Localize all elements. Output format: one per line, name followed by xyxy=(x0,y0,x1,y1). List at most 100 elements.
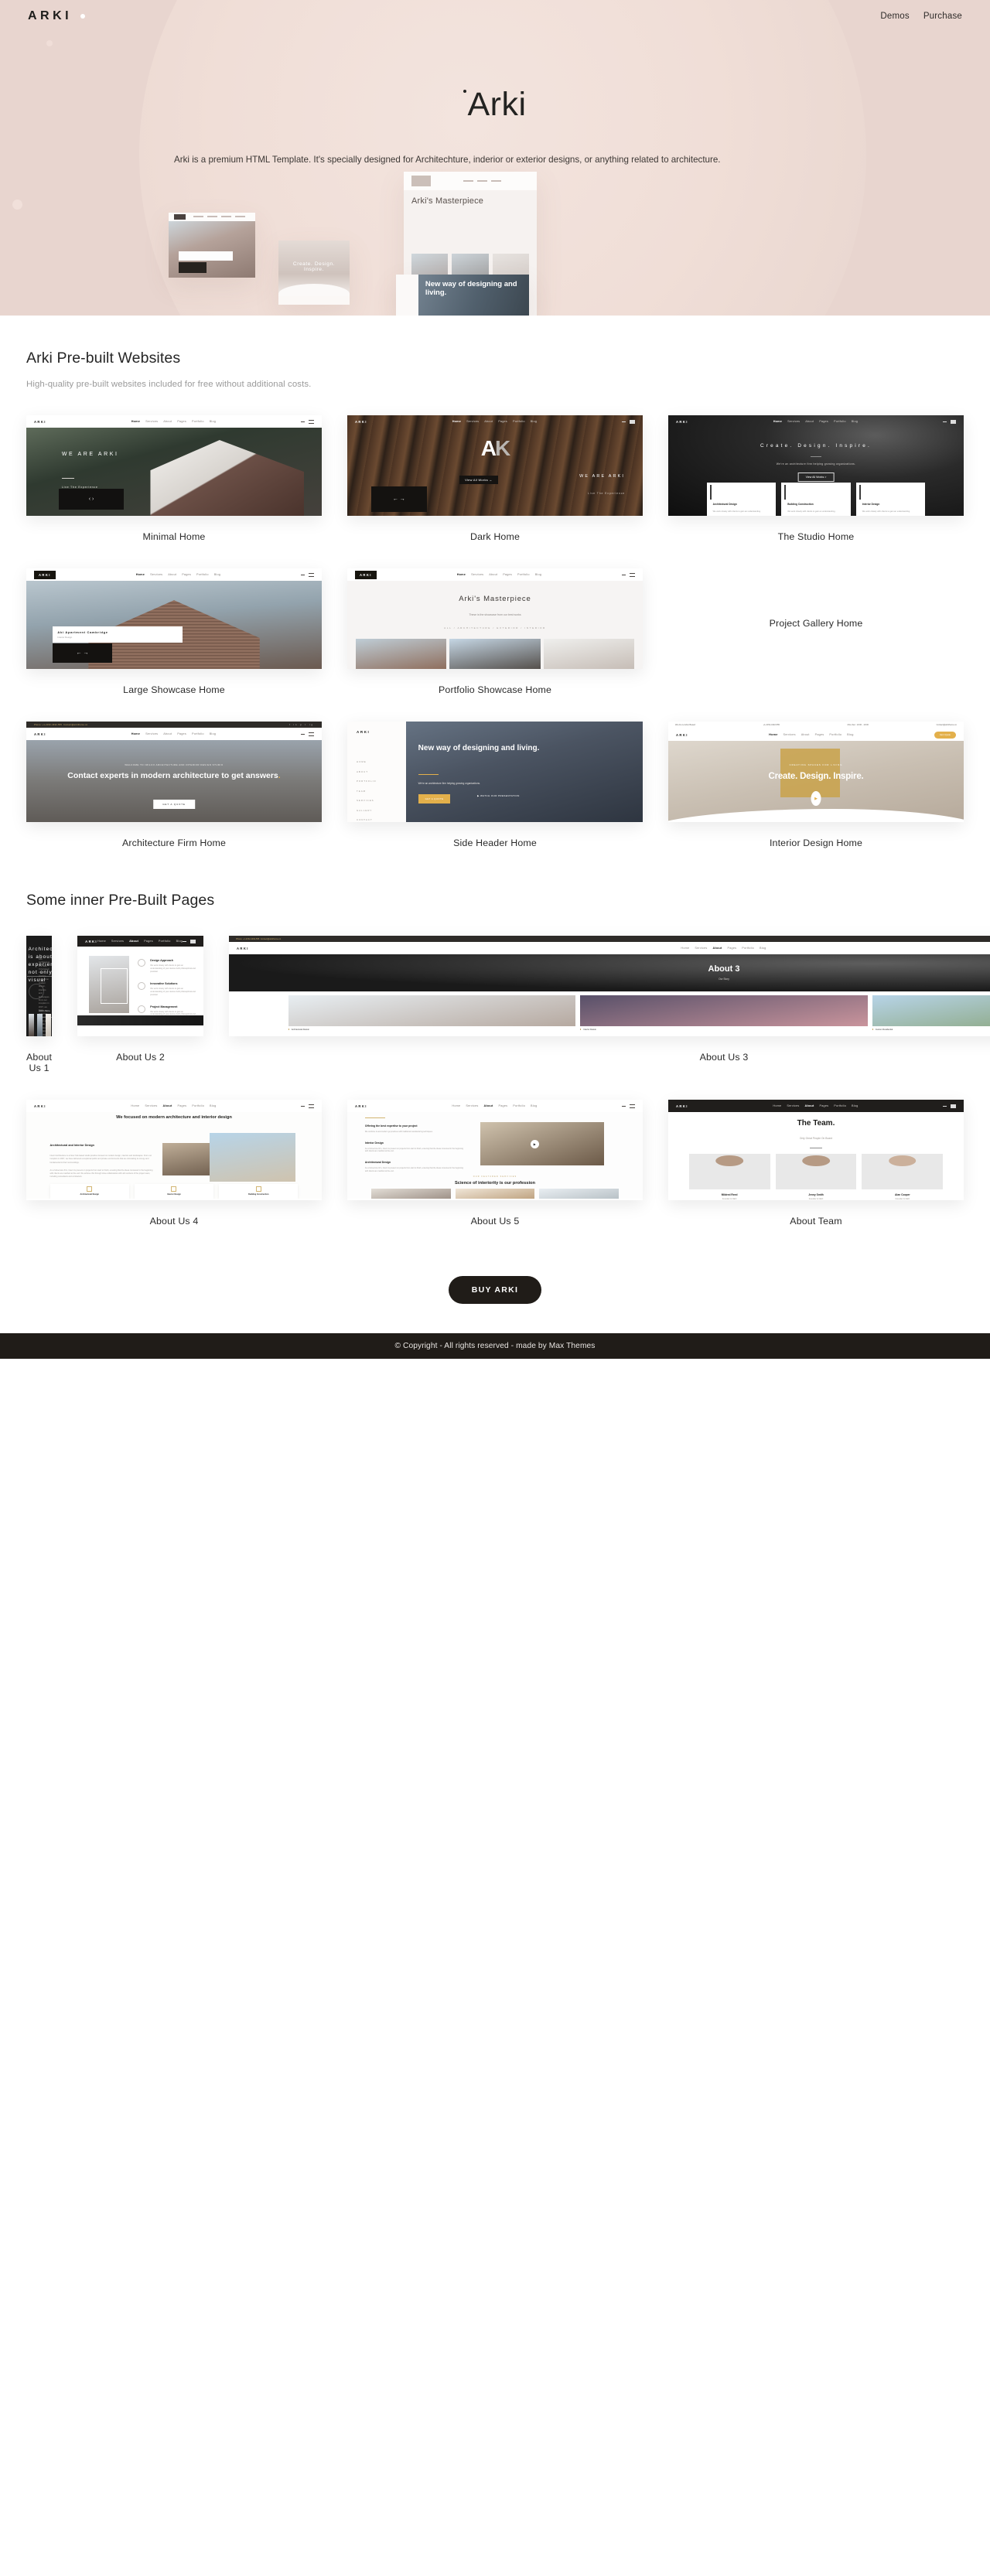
nav-link-purchase[interactable]: Purchase xyxy=(923,12,962,21)
inner-thumbnail[interactable]: ARKI Home Services About Pages Portfolio Blog… xyxy=(77,936,203,1036)
demo-thumbnail[interactable]: ARKI Home Services About Pages Portfolio Blog… xyxy=(26,415,322,516)
get-a-quote-button[interactable]: GET A QUOTE xyxy=(153,800,195,810)
get-a-quote-button[interactable]: Get A Quote xyxy=(934,731,956,739)
hero-title-dot-icon xyxy=(463,89,467,93)
inner-thumbnail[interactable]: ARKI Home Services About Pages Portfolio Blog… xyxy=(26,1100,322,1200)
sidebar-item-portfolio[interactable]: PORTFOLIO xyxy=(357,780,406,783)
inner-card-label: About Us 1 xyxy=(26,1052,53,1073)
demo-card-studio-home[interactable]: ARKI Home Services About Pages Portfolio Blog… xyxy=(668,415,964,542)
demo-card-portfolio-showcase-home[interactable]: ARKI Home Services About Pages Portfolio Blog… xyxy=(347,568,643,695)
play-video-button[interactable]: ▶ xyxy=(530,1139,539,1148)
sidebar-item-about[interactable]: ABOUT xyxy=(357,770,406,773)
demo-thumbnail[interactable]: ARKI HOME ABOUT PORTFOLIO TEAM SERVICES … xyxy=(347,722,643,822)
topbar-email: Contact@arkitheme.co xyxy=(260,937,282,940)
inner-card-about-us-4[interactable]: ARKI Home Services About Pages Portfolio Blog… xyxy=(26,1100,322,1227)
demo-thumbnail[interactable]: We Are London Based +1-2152-4332-555 Mon… xyxy=(668,722,964,822)
topbar-phone: Phone: +1-2152-4332-555 xyxy=(235,937,260,940)
innovative-solutions-icon xyxy=(138,981,146,990)
thumb-nav: Home Services About Pages Portfolio Blog xyxy=(452,420,538,423)
inner-thumbnail[interactable]: ARKI Home Services About Pages Portfolio Blog… xyxy=(668,1100,964,1200)
demo-card-large-showcase-home[interactable]: ARKI Home Services About Pages Portfolio Blog… xyxy=(26,568,322,695)
thumb-gallery xyxy=(370,1188,620,1199)
demo-card-dark-home[interactable]: ARKI Home Services About Pages Portfolio Blog… xyxy=(347,415,643,542)
demo-card-label: Interior Design Home xyxy=(769,838,863,848)
sidebar-item-services[interactable]: SERVICES xyxy=(357,799,406,802)
cart-icon xyxy=(622,1105,626,1107)
inner-thumbnail[interactable]: Phone: +1-2152-4332-555 Contact@arkithem… xyxy=(228,936,990,1036)
thumb-logo: ARKI xyxy=(676,1104,688,1108)
thumb-icons xyxy=(300,732,314,736)
menu-icon xyxy=(308,572,314,577)
sidebar-item-home[interactable]: HOME xyxy=(357,760,406,763)
team-photo xyxy=(775,1153,857,1190)
inner-card-label: About Us 2 xyxy=(116,1052,165,1063)
demo-thumbnail[interactable]: Phone: +1-2152-4332-555 Contact@arkithem… xyxy=(26,722,322,822)
search-icon xyxy=(621,421,626,422)
inner-card-about-team[interactable]: ARKI Home Services About Pages Portfolio Blog… xyxy=(668,1100,964,1227)
menu-icon xyxy=(308,419,314,424)
inner-card-about-us-1[interactable]: Architecture is about experience, not on… xyxy=(26,936,53,1073)
thumb-hero: CREATING SPACES FOR LIVING Create. Desig… xyxy=(668,741,964,822)
hero-preview-side-header[interactable]: New way of designing and living. xyxy=(396,275,529,316)
hero-preview-interior-design[interactable]: Create. Design. Inspire. xyxy=(278,241,350,305)
sidebar-item-contact[interactable]: CONTACT xyxy=(357,818,406,821)
carousel-controls[interactable]: ← → xyxy=(53,643,112,664)
watch-presentation-button[interactable]: ▶ WATCH OUR PRESENTATION xyxy=(477,794,520,797)
thumb-nav: Home Services About Pages Portfolio Blog xyxy=(131,732,217,735)
view-all-works-button[interactable]: View All Works → xyxy=(459,476,498,484)
section-header: Some inner Pre-Built Pages xyxy=(26,848,964,909)
demo-thumbnail[interactable]: ARKI Home Services About Pages Portfolio Blog… xyxy=(347,415,643,516)
sidebar-item-team[interactable]: TEAM xyxy=(357,790,406,793)
thumb-subtitle: Architectural and Interior Design xyxy=(50,1144,94,1148)
thumb-logo: ARKI xyxy=(355,570,377,579)
inner-card-about-us-5[interactable]: ARKI Home Services About Pages Portfolio Blog… xyxy=(347,1100,643,1227)
topbar-email: Contact@arkitheme.co xyxy=(936,724,957,726)
thumb-headline-2: Science of interiority is our profession xyxy=(455,1181,535,1186)
sidebar-item-gallery[interactable]: GALLERY xyxy=(357,809,406,812)
thumb-subline: These is the showcase from our best work… xyxy=(469,613,521,617)
demo-card-project-gallery-home[interactable]: Project Gallery Home xyxy=(668,568,964,695)
thumb-logo: ARKI xyxy=(34,1104,46,1108)
thumb-headline: The Team. xyxy=(797,1119,835,1128)
preview-logo xyxy=(173,214,186,220)
thumb-hero: Create. Design. Inspire. We're an archit… xyxy=(668,415,964,516)
thumb-logo: ARKI xyxy=(34,570,56,579)
topbar-hours: Mon-Sat : 10:00 - 19:00 xyxy=(847,724,869,726)
team-member: Mildred Reed Founder & CEO xyxy=(721,1193,738,1200)
thumb-browser-chrome: ARKI Home Services About Pages Portfolio Blog xyxy=(668,1100,964,1112)
thumb-browser-chrome: ARKI Home Services About Pages Portfolio Blog xyxy=(347,415,643,428)
demo-thumbnail-placeholder[interactable] xyxy=(668,568,964,669)
demo-thumbnail[interactable]: ARKI Home Services About Pages Portfolio Blog… xyxy=(347,568,643,669)
thumb-nav: Home Services About Pages Portfolio Blog xyxy=(452,1104,538,1107)
inner-thumbnail[interactable]: ARKI Home Services About Pages Portfolio Blog… xyxy=(347,1100,643,1200)
thumb-body: Design Approach We work closely with clie… xyxy=(77,947,203,1025)
demo-thumbnail[interactable]: ARKI Home Services About Pages Portfolio Blog… xyxy=(668,415,964,516)
demo-card-minimal-home[interactable]: ARKI Home Services About Pages Portfolio Blog… xyxy=(26,415,322,542)
house-illustration xyxy=(150,439,305,516)
demo-card-side-header-home[interactable]: ARKI HOME ABOUT PORTFOLIO TEAM SERVICES … xyxy=(347,722,643,848)
thumb-browser-chrome: ARKI Home Services About Pages Portfolio Blog xyxy=(347,1100,643,1112)
portfolio-filters[interactable]: ALL / ARCHITECTURE / EXTERIOR / INTERIOR xyxy=(347,626,643,629)
demo-thumbnail[interactable]: ARKI Home Services About Pages Portfolio Blog… xyxy=(26,568,322,669)
demo-card-architecture-firm-home[interactable]: Phone: +1-2152-4332-555 Contact@arkithem… xyxy=(26,722,322,848)
thumb-topbar: Phone: +1-2152-4332-555 Contact@arkithem… xyxy=(228,936,990,942)
carousel-controls[interactable]: ‹ › xyxy=(59,488,125,510)
play-video-button[interactable]: ▶ xyxy=(811,791,821,807)
hero-preview-large-showcase[interactable] xyxy=(169,213,255,278)
preview-wave xyxy=(278,284,350,297)
copyright-text: © Copyright - All rights reserved - made… xyxy=(394,1342,596,1350)
architectural-design-icon xyxy=(87,1186,93,1192)
block-1-text: We combine in-and-modern go practices wi… xyxy=(364,1130,433,1133)
buy-arki-button[interactable]: BUY ARKI xyxy=(448,1276,542,1304)
demo-card-label: Minimal Home xyxy=(142,531,206,542)
demo-card-interior-design-home[interactable]: We Are London Based +1-2152-4332-555 Mon… xyxy=(668,722,964,848)
carousel-controls[interactable]: ← → xyxy=(370,486,428,512)
inner-thumbnail[interactable]: Architecture is about experience, not on… xyxy=(26,936,53,1036)
view-all-works-button[interactable]: View All Works > xyxy=(797,473,835,483)
nav-link-demos[interactable]: Demos xyxy=(880,12,909,21)
hero-title: Arki xyxy=(0,88,990,121)
get-a-quote-button[interactable]: GET A QUOTE xyxy=(418,793,451,804)
brand-logo[interactable]: ARKI xyxy=(28,9,86,23)
inner-card-about-us-2[interactable]: ARKI Home Services About Pages Portfolio Blog… xyxy=(77,936,203,1073)
inner-card-about-us-3[interactable]: Phone: +1-2152-4332-555 Contact@arkithem… xyxy=(228,936,990,1073)
